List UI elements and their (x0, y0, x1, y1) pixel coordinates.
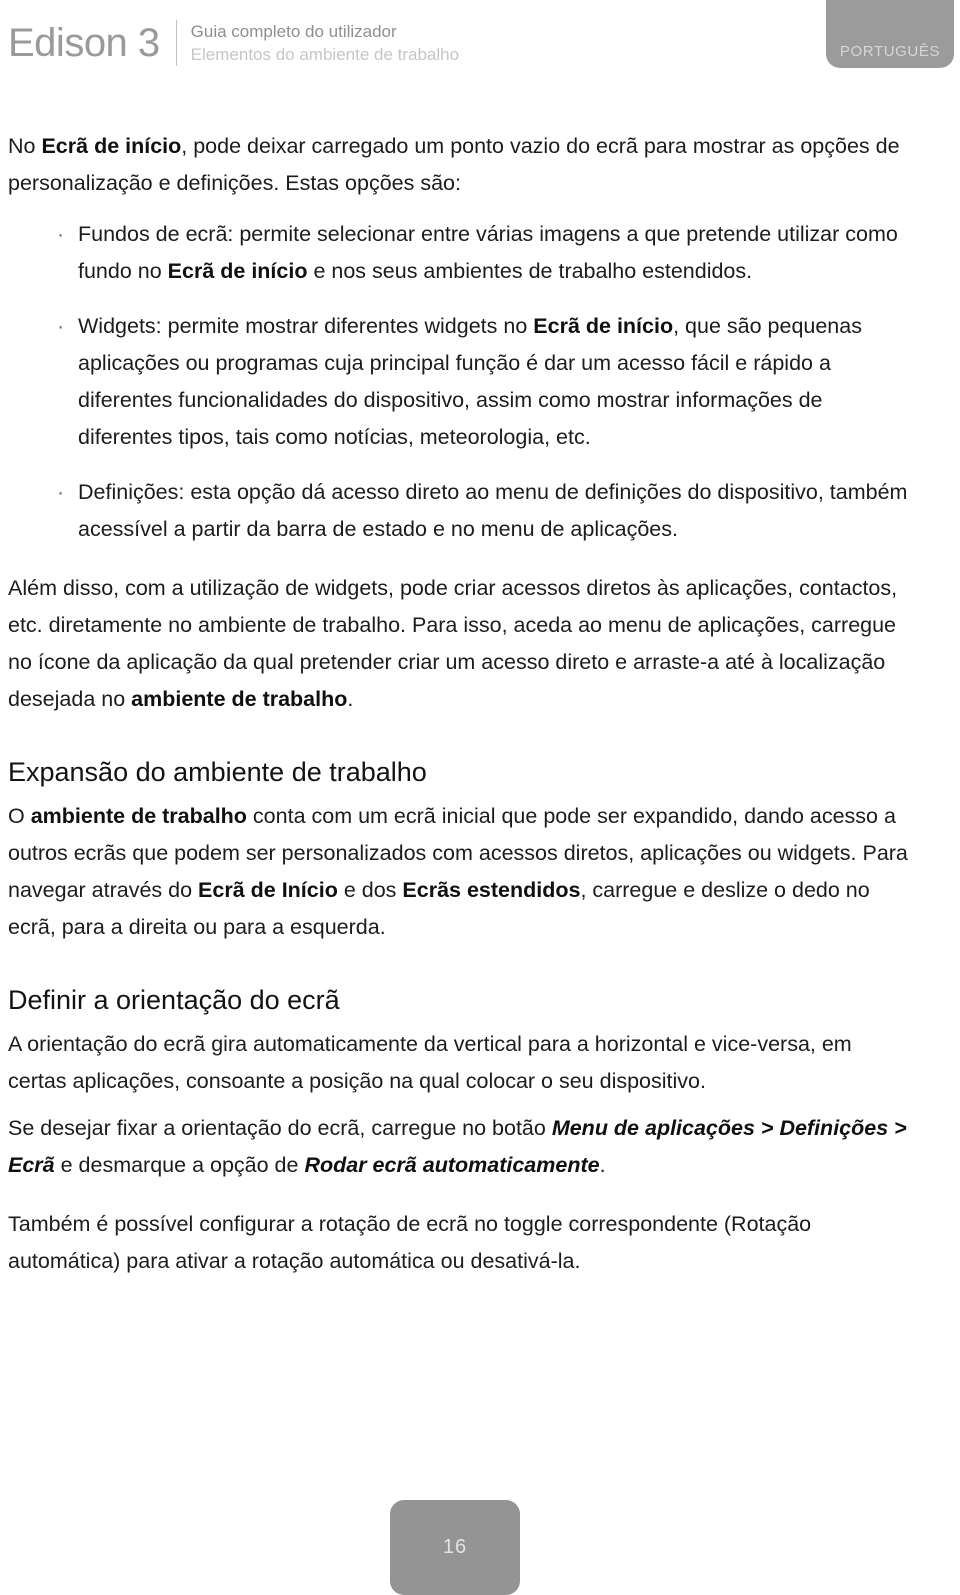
orientacao-text-3: . (599, 1153, 606, 1177)
list-item: · Widgets: permite mostrar diferentes wid… (8, 308, 914, 456)
orientacao-paragraph-2: Se desejar fixar a orientação do ecrã, c… (8, 1110, 914, 1184)
brand-title: Edison 3 (8, 21, 160, 65)
options-bullet-list: · Fundos de ecrã: permite selecionar entr… (8, 216, 914, 548)
language-tab[interactable]: PORTUGUÊS (826, 0, 954, 68)
widgets-shortcuts-paragraph: Além disso, com a utilização de widgets,… (8, 570, 914, 718)
orientacao-text-2: e desmarque a opção de (54, 1153, 305, 1177)
after-bullets-text-2: . (347, 687, 354, 711)
bullet-0-text-2: e nos seus ambientes de trabalho estendi… (307, 259, 753, 283)
expansao-bold-2: Ecrã de Início (198, 878, 338, 902)
expansao-bold-3: Ecrãs estendidos (402, 878, 581, 902)
bullet-2-text-1: Definições: esta opção dá acesso direto … (78, 480, 908, 541)
intro-text-1: No (8, 134, 42, 158)
chapter-title: Elementos do ambiente de trabalho (190, 45, 460, 64)
intro-bold-1: Ecrã de início (41, 134, 182, 158)
expansao-text-3: e dos (337, 878, 403, 902)
after-bullets-bold-1: ambiente de trabalho (131, 687, 348, 711)
brand-divider (175, 20, 177, 66)
expansao-paragraph: O ambiente de trabalho conta com um ecrã… (8, 798, 914, 946)
list-item: · Definições: esta opção dá acesso direto… (8, 474, 914, 548)
orientacao-option-name: Rodar ecrã automaticamente (304, 1153, 600, 1177)
page-header: Edison 3 Guia completo do utilizador Ele… (0, 0, 960, 96)
section-heading-orientacao: Definir a orientação do ecrã (8, 985, 340, 1015)
bullet-0-bold-1: Ecrã de início (167, 259, 308, 283)
guide-title: Guia completo do utilizador (190, 22, 397, 41)
intro-paragraph: No Ecrã de início, pode deixar carregado… (8, 128, 914, 202)
brand-block: Edison 3 Guia completo do utilizador Ele… (8, 18, 459, 68)
page-number: 16 (442, 1536, 468, 1558)
bullet-1-text-1: Widgets: permite mostrar diferentes widg… (78, 314, 534, 338)
section-heading-expansao: Expansão do ambiente de trabalho (8, 757, 427, 787)
bullet-dot-icon: · (57, 480, 65, 504)
orientacao-paragraph-1: A orientação do ecrã gira automaticament… (8, 1032, 852, 1093)
orientacao-paragraph-3: Também é possível configurar a rotação d… (8, 1212, 812, 1273)
bullet-dot-icon: · (57, 314, 65, 338)
list-item: · Fundos de ecrã: permite selecionar entr… (8, 216, 914, 290)
page-content: No Ecrã de início, pode deixar carregado… (8, 128, 914, 1280)
expansao-bold-1: ambiente de trabalho (30, 804, 247, 828)
brand-subtitle-group: Guia completo do utilizador Elementos do… (191, 20, 459, 66)
bullet-dot-icon: · (57, 222, 65, 246)
bullet-1-bold-1: Ecrã de início (533, 314, 674, 338)
page-footer: 16 (390, 1500, 520, 1595)
expansao-text-1: O (8, 804, 31, 828)
orientacao-text-1: Se desejar fixar a orientação do ecrã, c… (8, 1116, 552, 1140)
language-tab-label: PORTUGUÊS (839, 43, 941, 60)
